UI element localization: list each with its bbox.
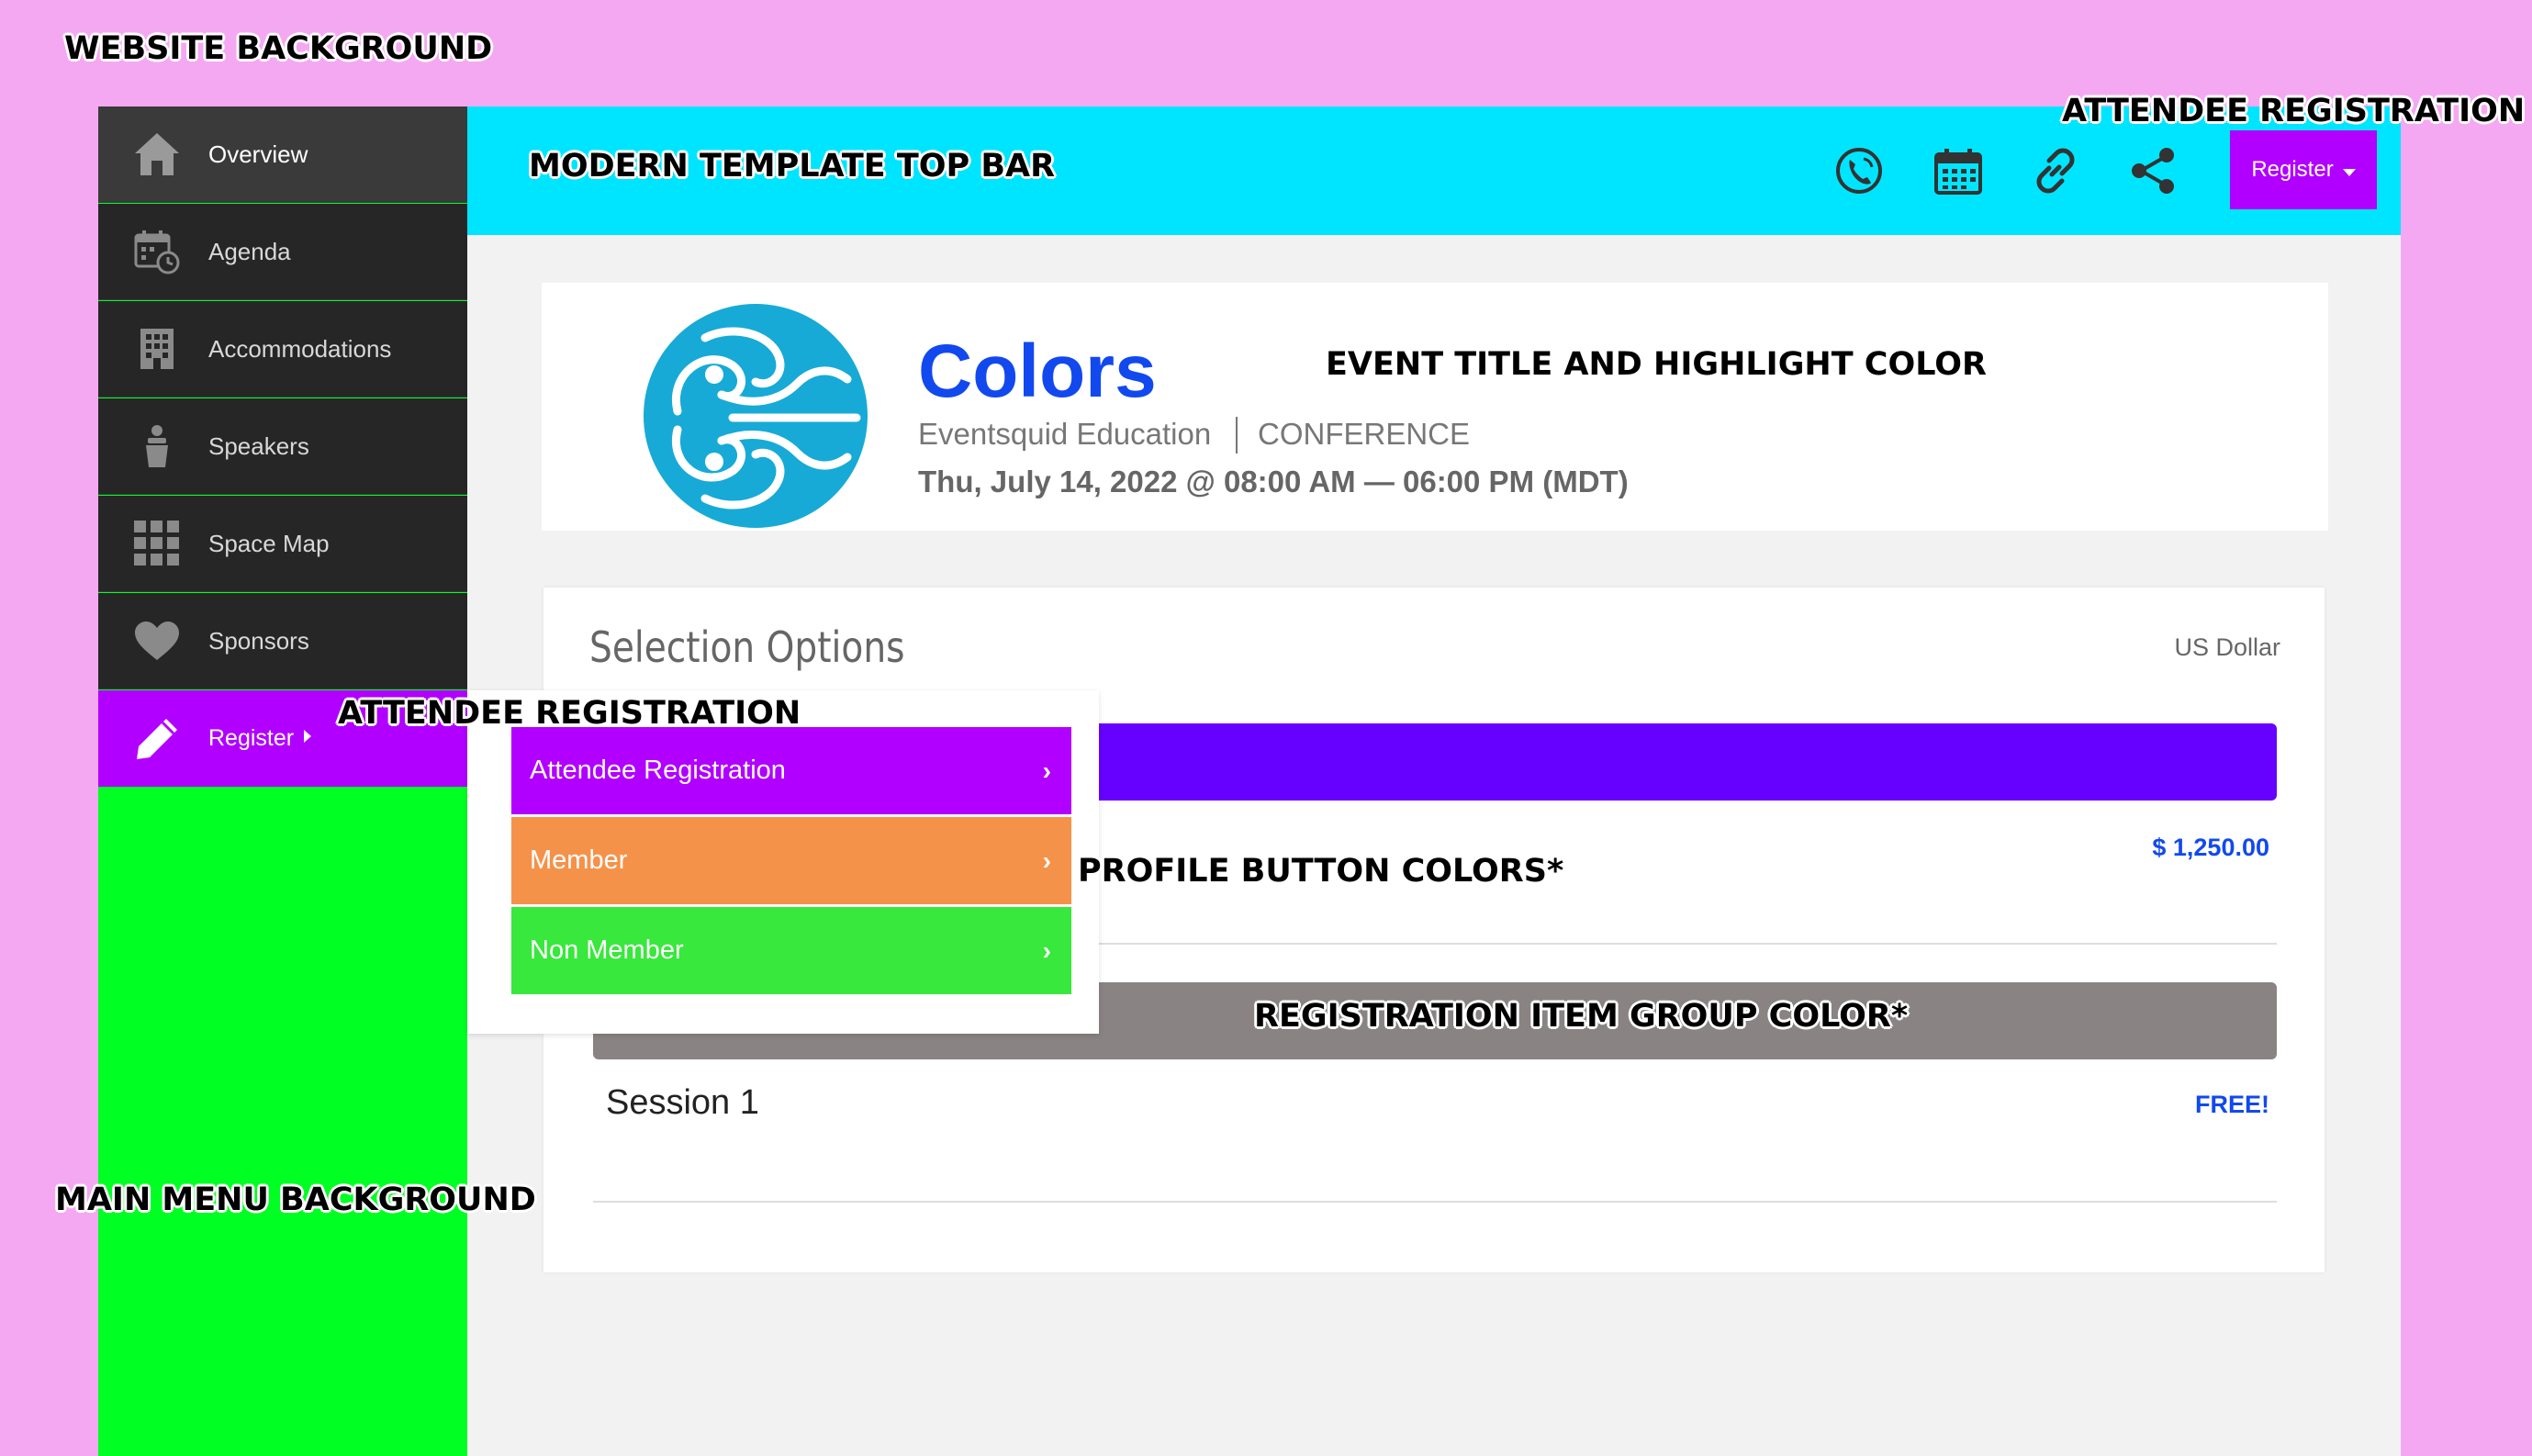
event-date: Thu, July 14, 2022 @ 08:00 AM — 06:00 PM… — [918, 465, 1629, 498]
currency-selector[interactable]: US Dollar — [2174, 633, 2280, 662]
dropdown-item-attendee-registration[interactable]: Attendee Registration › — [511, 727, 1071, 814]
home-icon — [133, 130, 181, 178]
callout-profile-buttons: PROFILE BUTTON COLORS* — [1078, 853, 1564, 890]
phone-icon[interactable] — [1832, 143, 1887, 198]
chevron-right-icon: › — [1042, 935, 1051, 965]
callout-top-bar: MODERN TEMPLATE TOP BAR — [529, 148, 1056, 185]
sidebar-item-label: Space Map — [208, 529, 330, 557]
calendar-clock-icon — [133, 228, 181, 275]
caret-down-icon — [2342, 157, 2356, 183]
calendar-icon[interactable] — [1931, 143, 1986, 198]
sidebar-item-space-map[interactable]: Space Map — [98, 496, 467, 592]
callout-attendee-registration-top: ATTENDEE REGISTRATION — [2062, 93, 2526, 129]
pencil-icon — [133, 715, 181, 763]
sidebar-item-speakers[interactable]: Speakers — [98, 398, 467, 495]
callout-item-group: REGISTRATION ITEM GROUP COLOR* — [1254, 998, 1909, 1035]
main-menu: Overview Agenda Accommodations Speakers … — [98, 106, 467, 1456]
sidebar-item-label: Overview — [208, 140, 308, 168]
register-button-label: Register — [2251, 157, 2334, 182]
sidebar-item-label: Agenda — [208, 237, 291, 265]
session-price: FREE! — [2195, 1091, 2269, 1118]
callout-website-background: WEBSITE BACKGROUND — [64, 30, 493, 67]
event-header-card: Colors Eventsquid Education CONFERENCE T… — [542, 283, 2328, 531]
speaker-icon — [133, 422, 181, 470]
link-icon[interactable] — [2028, 143, 2083, 198]
divider — [593, 1201, 2277, 1203]
event-logo — [641, 301, 870, 535]
sidebar-item-label: Sponsors — [208, 626, 309, 655]
selection-options-title: Selection Options — [589, 622, 905, 672]
dropdown-item-label: Non Member — [530, 935, 684, 965]
event-separator — [1236, 417, 1238, 454]
callout-main-menu: MAIN MENU BACKGROUND — [55, 1182, 536, 1218]
register-dropdown-menu: Attendee Registration › Member › Non Mem… — [467, 690, 1099, 1034]
sidebar-item-overview[interactable]: Overview — [98, 106, 467, 203]
sidebar-item-accommodations[interactable]: Accommodations — [98, 301, 467, 398]
chevron-right-icon: › — [1042, 756, 1051, 785]
registration-price: $ 1,250.00 — [2152, 834, 2269, 861]
chevron-right-icon: › — [1042, 846, 1051, 875]
dropdown-item-member[interactable]: Member › — [511, 817, 1071, 904]
heart-icon — [133, 617, 181, 665]
register-dropdown-button[interactable]: Register — [2230, 130, 2377, 209]
sidebar-item-label: Speakers — [208, 431, 309, 460]
dropdown-item-label: Attendee Registration — [530, 756, 786, 785]
event-organization: Eventsquid Education — [918, 417, 1212, 451]
callout-event-title: EVENT TITLE AND HIGHLIGHT COLOR — [1326, 346, 1987, 383]
callout-attendee-registration-menu: ATTENDEE REGISTRATION — [338, 695, 801, 732]
grid-icon — [133, 520, 181, 567]
dropdown-item-non-member[interactable]: Non Member › — [511, 907, 1071, 994]
session-item-label[interactable]: Session 1 — [606, 1083, 759, 1123]
building-icon — [133, 325, 181, 373]
event-type: CONFERENCE — [1258, 417, 1471, 451]
sidebar-item-label: Register — [208, 725, 295, 751]
share-icon[interactable] — [2125, 143, 2180, 198]
dropdown-item-label: Member — [530, 846, 628, 875]
sidebar-item-sponsors[interactable]: Sponsors — [98, 593, 467, 689]
sidebar-item-label: Accommodations — [208, 334, 392, 363]
sidebar-item-agenda[interactable]: Agenda — [98, 204, 467, 300]
event-title: Colors — [918, 330, 1157, 413]
caret-right-icon — [303, 729, 312, 748]
